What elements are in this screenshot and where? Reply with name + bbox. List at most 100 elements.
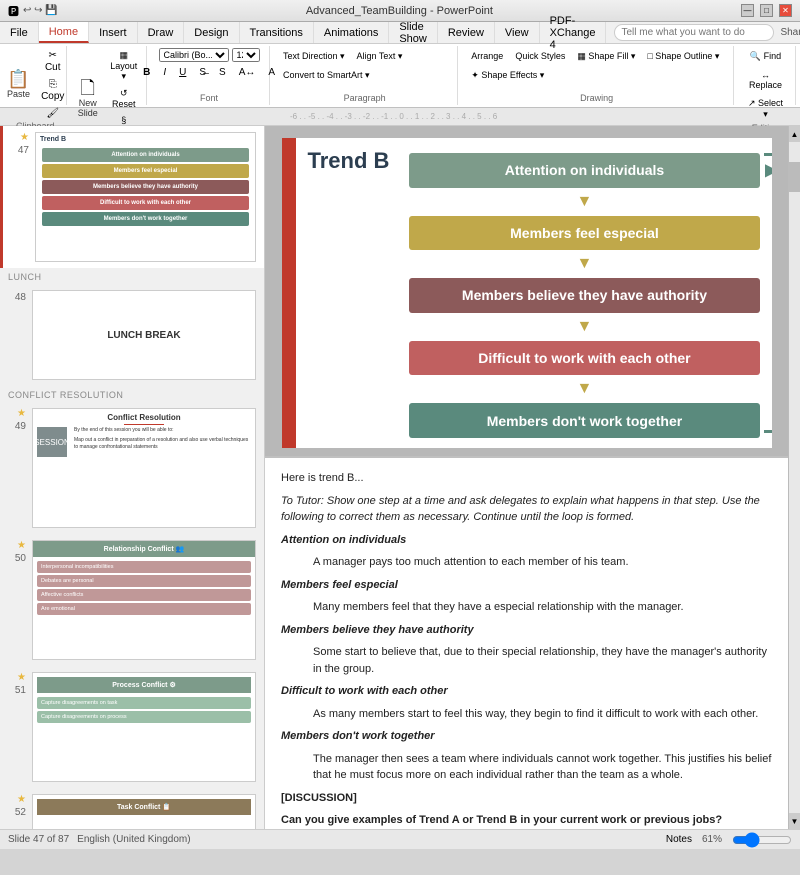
search-input[interactable] <box>614 24 774 41</box>
scroll-track <box>789 142 800 813</box>
scroll-down-button[interactable]: ▼ <box>789 813 800 829</box>
slide-49-num-area: ★ 49 <box>8 408 26 432</box>
slide-50-header-text: Relationship Conflict 👥 <box>104 545 185 553</box>
tab-view[interactable]: View <box>495 22 540 43</box>
replace-button[interactable]: ↔ Replace <box>742 67 789 93</box>
vertical-scrollbar[interactable]: ▲ ▼ <box>788 126 800 829</box>
tab-review[interactable]: Review <box>438 22 495 43</box>
reset-button[interactable]: ↺ Reset <box>105 86 143 111</box>
notes-s3-title: Members believe they have authority <box>281 624 474 636</box>
slide-47-title-preview: Trend B <box>36 133 255 146</box>
notes-s1-title: Attention on individuals <box>281 534 406 546</box>
window-title: Advanced_TeamBuilding - PowerPoint <box>306 5 493 17</box>
tab-pdf[interactable]: PDF-XChange 4 <box>540 22 607 43</box>
conflict-section-label: Conflict Resolution <box>0 386 264 402</box>
paste-button[interactable]: 📋 Paste <box>2 67 35 102</box>
align-text-button[interactable]: Align Text ▾ <box>352 48 408 65</box>
shape-outline-button[interactable]: □ Shape Outline ▾ <box>642 48 724 65</box>
slide-50-items: Interpersonal incompatibilities Debates … <box>33 559 255 617</box>
arrange-button[interactable]: Arrange <box>466 48 508 65</box>
notes-s1: Attention on individuals <box>281 532 772 549</box>
scroll-up-button[interactable]: ▲ <box>789 126 800 142</box>
tab-draw[interactable]: Draw <box>138 22 185 43</box>
tab-home[interactable]: Home <box>39 22 89 43</box>
find-button[interactable]: 🔍 Find <box>742 48 789 65</box>
ribbon-content: 📋 Paste ✂ Cut ⎘ Copy 🖌 Clipboard 🗋 NewSl… <box>0 44 800 108</box>
slide-51-items: Capture disagreements on task Capture di… <box>37 697 251 723</box>
text-direction-button[interactable]: Text Direction ▾ <box>278 48 350 65</box>
flow-box-3[interactable]: Members believe they have authority <box>409 278 759 313</box>
convert-smartart-button[interactable]: Convert to SmartArt ▾ <box>278 67 375 84</box>
select-button[interactable]: ↗ Select ▾ <box>742 95 789 123</box>
discussion-header-text: [DISCUSSION] <box>281 792 357 804</box>
slide-52-preview: Task Conflict 📋 <box>32 794 256 829</box>
share-button[interactable]: Share <box>780 27 800 38</box>
slide-49-image: SESSION <box>37 427 67 457</box>
copy-button[interactable]: ⎘ Copy <box>37 77 68 104</box>
flow-box-4[interactable]: Difficult to work with each other <box>409 341 759 376</box>
shadow-button[interactable]: S <box>214 64 231 81</box>
font-size-select[interactable]: 12 <box>232 48 260 62</box>
main-area: ★ 47 Trend B Attention on individuals Me… <box>0 126 800 829</box>
scroll-thumb[interactable] <box>789 162 800 192</box>
close-button[interactable]: ✕ <box>779 4 792 17</box>
font-label: Font <box>200 93 218 103</box>
slide-47-flow-preview: Attention on individuals Members feel es… <box>36 146 255 228</box>
font-family-select[interactable]: Calibri (Bo... <box>159 48 229 62</box>
bold-button[interactable]: B <box>138 64 155 81</box>
star-50: ★ <box>17 540 26 551</box>
slide-49-num: 49 <box>8 419 26 432</box>
flow-box-2[interactable]: Members feel especial <box>409 216 759 251</box>
notes-s4-body: As many members start to feel this way, … <box>281 706 772 723</box>
tab-insert[interactable]: Insert <box>89 22 138 43</box>
clipboard-group: 📋 Paste ✂ Cut ⎘ Copy 🖌 Clipboard <box>4 46 67 105</box>
notes-discussion-question: Can you give examples of Trend A or Tren… <box>281 812 772 829</box>
notes-s4: Difficult to work with each other <box>281 683 772 700</box>
flow-box-1[interactable]: Attention on individuals ▶ <box>409 153 759 188</box>
slide-50-num-area: ★ 50 <box>8 540 26 564</box>
tab-design[interactable]: Design <box>184 22 239 43</box>
tab-slideshow[interactable]: Slide Show <box>389 22 438 43</box>
tab-animations[interactable]: Animations <box>314 22 389 43</box>
slide-49-thumb[interactable]: ★ 49 Conflict Resolution SESSION By the … <box>0 402 264 534</box>
slide-51-thumb[interactable]: ★ 51 Process Conflict ⚙ Capture disagree… <box>0 666 264 788</box>
slide-47-preview: Trend B Attention on individuals Members… <box>35 132 256 262</box>
zoom-slider[interactable] <box>732 832 792 848</box>
slide-50-thumb[interactable]: ★ 50 Relationship Conflict 👥 Interperson… <box>0 534 264 666</box>
strikethrough-button[interactable]: S̶ <box>194 64 211 81</box>
shape-fill-button[interactable]: ▦ Shape Fill ▾ <box>572 48 640 65</box>
quick-styles-button[interactable]: Quick Styles <box>510 48 570 65</box>
italic-button[interactable]: I <box>158 64 171 81</box>
shape-effects-button[interactable]: ✦ Shape Effects ▾ <box>466 67 549 84</box>
flow-box-1-text: Attention on individuals <box>505 162 664 178</box>
slide-51-num: 51 <box>8 683 26 696</box>
layout-button[interactable]: ▦ Layout ▾ <box>105 48 143 84</box>
window-controls[interactable]: — □ ✕ <box>741 4 792 17</box>
tab-transitions[interactable]: Transitions <box>240 22 314 43</box>
slide-52-thumb[interactable]: ★ 52 Task Conflict 📋 <box>0 788 264 829</box>
flow-box-3-text: Members believe they have authority <box>462 287 707 303</box>
main-slide[interactable]: Trend B Attention on individuals ▶ ▼ <box>282 138 772 448</box>
slide-47-thumb[interactable]: ★ 47 Trend B Attention on individuals Me… <box>0 126 264 268</box>
char-spacing-button[interactable]: A↔ <box>234 64 261 81</box>
slide-50-header: Relationship Conflict 👥 <box>33 541 255 557</box>
slide-flow: Attention on individuals ▶ ▼ Members fee… <box>409 148 759 438</box>
drawing-tools: Arrange Quick Styles ▦ Shape Fill ▾ □ Sh… <box>466 48 727 84</box>
tab-file[interactable]: File <box>0 22 39 43</box>
slide-scroll-area: Trend B Attention on individuals ▶ ▼ <box>265 126 788 829</box>
slide-48-thumb[interactable]: 48 LUNCH BREAK <box>0 284 264 386</box>
maximize-button[interactable]: □ <box>760 4 773 17</box>
zoom-level: 61% <box>702 834 722 845</box>
notes-toggle-button[interactable]: Notes <box>666 834 692 845</box>
notes-s5: Members don't work together <box>281 728 772 745</box>
format-painter-button[interactable]: 🖌 <box>37 106 68 121</box>
flow-box-4-text: Difficult to work with each other <box>478 350 690 366</box>
notes-s2-title: Members feel especial <box>281 579 398 591</box>
slide-52-inner: Task Conflict 📋 <box>33 795 255 823</box>
minimize-button[interactable]: — <box>741 4 754 17</box>
new-slide-button[interactable]: 🗋 NewSlide <box>73 76 103 121</box>
flow-box-5[interactable]: Members don't work together <box>409 403 759 438</box>
slide-51-preview: Process Conflict ⚙ Capture disagreements… <box>32 672 256 782</box>
cut-button[interactable]: ✂ Cut <box>37 48 68 75</box>
underline-button[interactable]: U <box>174 64 191 81</box>
